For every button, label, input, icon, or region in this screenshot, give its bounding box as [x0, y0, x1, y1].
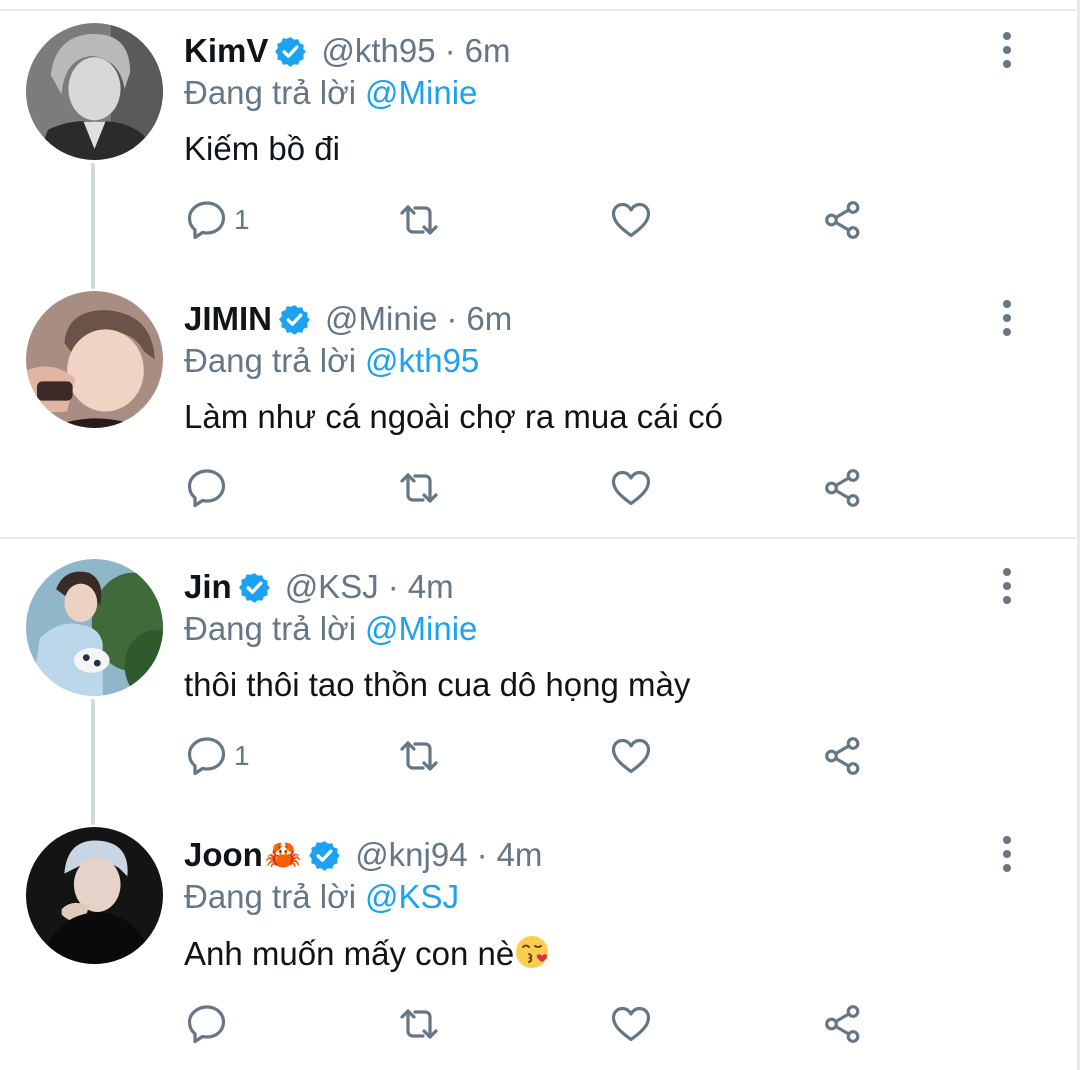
- verified-badge-icon: [308, 839, 341, 872]
- share-icon: [822, 1003, 864, 1045]
- mention-link[interactable]: @kth95: [365, 342, 479, 379]
- timestamp[interactable]: 6m: [465, 32, 511, 70]
- tweet-actions: [0, 994, 1080, 1054]
- user-handle[interactable]: @Minie: [325, 300, 437, 338]
- user-handle[interactable]: @kth95: [321, 32, 435, 70]
- separator-dot: ·: [446, 300, 458, 337]
- tweet[interactable]: Joon 🦀 @knj94 · 4m Đang trả lời @KSJ Anh m…: [0, 804, 1080, 1070]
- retweet-button[interactable]: [398, 190, 440, 250]
- reply-button[interactable]: [186, 994, 234, 1054]
- reply-icon: [186, 1003, 228, 1045]
- crab-emoji: 🦀: [264, 838, 303, 872]
- retweet-icon: [398, 199, 440, 241]
- retweet-button[interactable]: [398, 994, 440, 1054]
- avatar[interactable]: [26, 559, 163, 696]
- replying-to: Đang trả lời @KSJ: [184, 878, 459, 916]
- display-name[interactable]: Jin: [184, 568, 232, 606]
- avatar[interactable]: [26, 827, 163, 964]
- separator-dot: ·: [387, 568, 399, 605]
- share-button[interactable]: [822, 458, 864, 518]
- retweet-button[interactable]: [398, 458, 440, 518]
- tweet[interactable]: JIMIN @Minie · 6m Đang trả lời @kth95 Làm…: [0, 268, 1080, 534]
- reply-count: 1: [234, 204, 250, 235]
- reply-count: 1: [234, 740, 250, 771]
- replying-to-label: Đang trả lời: [184, 342, 357, 379]
- verified-badge-icon: [278, 303, 311, 336]
- tweet[interactable]: KimV @kth95 · 6m Đang trả lời @Minie Kiếm…: [0, 0, 1080, 266]
- verified-badge-icon: [238, 571, 271, 604]
- reply-button[interactable]: [186, 458, 234, 518]
- retweet-button[interactable]: [398, 726, 440, 786]
- display-name[interactable]: JIMIN: [184, 300, 272, 338]
- more-vertical-icon[interactable]: [992, 30, 1022, 70]
- tweet-text: Anh muốn mấy con nè: [184, 934, 550, 973]
- more-vertical-icon[interactable]: [992, 298, 1022, 338]
- share-button[interactable]: [822, 726, 864, 786]
- tweet-text: Làm như cá ngoài chợ ra mua cái có: [184, 398, 724, 435]
- user-handle[interactable]: @KSJ: [285, 568, 379, 606]
- display-name[interactable]: Joon: [184, 836, 263, 874]
- reply-icon: [186, 735, 228, 777]
- like-button[interactable]: [610, 458, 652, 518]
- mention-link[interactable]: @KSJ: [365, 878, 459, 915]
- timestamp[interactable]: 4m: [497, 836, 543, 874]
- reply-button[interactable]: 1: [186, 726, 250, 786]
- share-icon: [822, 467, 864, 509]
- avatar[interactable]: [26, 23, 163, 160]
- share-button[interactable]: [822, 190, 864, 250]
- tweet-actions: 1: [0, 190, 1080, 250]
- replying-to-label: Đang trả lời: [184, 74, 357, 111]
- more-vertical-icon[interactable]: [992, 834, 1022, 874]
- tweet-actions: 1: [0, 726, 1080, 786]
- separator-dot: ·: [476, 836, 488, 873]
- kiss-emoji-icon: [514, 934, 550, 970]
- heart-icon: [610, 1003, 652, 1045]
- mention-link[interactable]: @Minie: [365, 610, 477, 647]
- tweet[interactable]: Jin @KSJ · 4m Đang trả lời @Minie thôi th…: [0, 536, 1080, 802]
- heart-icon: [610, 199, 652, 241]
- heart-icon: [610, 735, 652, 777]
- verified-badge-icon: [274, 35, 307, 68]
- timestamp[interactable]: 4m: [408, 568, 454, 606]
- tweet-text: Kiếm bồ đi: [184, 130, 340, 167]
- heart-icon: [610, 467, 652, 509]
- retweet-icon: [398, 1003, 440, 1045]
- more-vertical-icon[interactable]: [992, 566, 1022, 606]
- share-button[interactable]: [822, 994, 864, 1054]
- replying-to: Đang trả lời @Minie: [184, 610, 477, 648]
- replying-to: Đang trả lời @kth95: [184, 342, 479, 380]
- like-button[interactable]: [610, 190, 652, 250]
- share-icon: [822, 199, 864, 241]
- like-button[interactable]: [610, 994, 652, 1054]
- retweet-icon: [398, 735, 440, 777]
- reply-button[interactable]: 1: [186, 190, 250, 250]
- user-handle[interactable]: @knj94: [355, 836, 467, 874]
- separator-dot: ·: [444, 32, 456, 69]
- like-button[interactable]: [610, 726, 652, 786]
- avatar[interactable]: [26, 291, 163, 428]
- tweet-actions: [0, 458, 1080, 518]
- replying-to-label: Đang trả lời: [184, 878, 357, 915]
- reply-icon: [186, 467, 228, 509]
- retweet-icon: [398, 467, 440, 509]
- reply-icon: [186, 199, 228, 241]
- tweet-text: thôi thôi tao thồn cua dô họng mày: [184, 666, 691, 703]
- replying-to-label: Đang trả lời: [184, 610, 357, 647]
- mention-link[interactable]: @Minie: [365, 74, 477, 111]
- share-icon: [822, 735, 864, 777]
- timestamp[interactable]: 6m: [466, 300, 512, 338]
- tweet-text-content: Anh muốn mấy con nè: [184, 935, 515, 972]
- replying-to: Đang trả lời @Minie: [184, 74, 477, 112]
- display-name[interactable]: KimV: [184, 32, 268, 70]
